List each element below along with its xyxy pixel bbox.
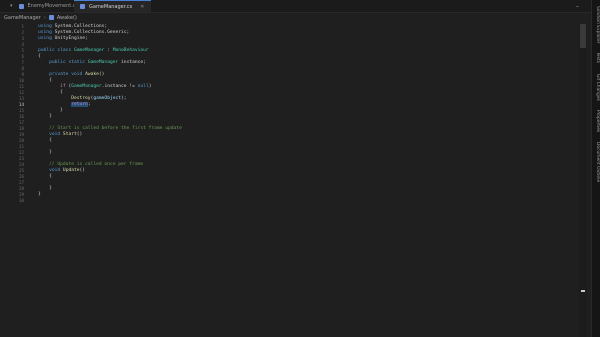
code-token: ); <box>121 96 127 101</box>
tab-overflow-icon[interactable]: … <box>576 3 579 9</box>
tab-label: EnemyMovement.cs <box>27 3 79 9</box>
code-token: void <box>49 168 63 173</box>
code-token: instance; <box>118 60 146 65</box>
code-token: { <box>38 90 63 95</box>
code-token: // Start is called before the first fram… <box>49 126 182 131</box>
method-icon <box>48 15 54 20</box>
csharp-file-icon <box>18 3 24 9</box>
code-token: () <box>76 132 83 137</box>
code-token: { <box>38 78 52 83</box>
code-token: using <box>38 36 55 41</box>
code-token: () <box>79 168 86 173</box>
close-icon[interactable]: ✕ <box>140 4 144 10</box>
chevron-right-icon: › <box>43 14 46 21</box>
code-token: public <box>49 60 69 65</box>
code-token: void <box>71 72 86 77</box>
code-token: class <box>57 48 74 53</box>
code-token: } <box>38 150 52 155</box>
code-token: MonoBehaviour <box>112 48 149 53</box>
code-token: Update <box>62 168 80 173</box>
code-token: System.Collections.Generic; <box>54 30 130 35</box>
code-token: GameManager <box>73 48 105 53</box>
panel-tab-git-changes[interactable]: Git Changes <box>593 74 600 101</box>
scrollbar-position-marker <box>581 290 585 292</box>
vertical-scrollbar[interactable] <box>579 24 587 337</box>
right-tool-panel: Solution Explorer Tests Git Changes Prop… <box>591 0 600 337</box>
breadcrumb-item-class[interactable]: GameManager <box>4 15 41 21</box>
code-token: { <box>38 54 41 59</box>
tab-label: GameManager.cs <box>89 3 133 10</box>
panel-tab-properties[interactable]: Properties <box>593 110 600 132</box>
code-editor-window: ▾ EnemyMovement.cs ✕ GameManager.cs ✕ … … <box>0 0 600 337</box>
line-number-gutter: 1 2 3 4 5 6 7 8 9 10 11 12 13 14 15 16 17 18 19 20 21 22 23 24 2… <box>0 24 24 204</box>
code-line[interactable] <box>38 198 578 204</box>
code-token: return <box>71 102 88 107</box>
tab-gamemanager[interactable]: GameManager.cs ✕ <box>74 0 151 12</box>
code-token: } <box>38 114 52 119</box>
code-token: gameObject <box>93 96 122 101</box>
code-token: () <box>98 72 105 77</box>
code-token: ) <box>148 84 152 89</box>
breadcrumb: GameManager › Awake() <box>0 13 591 22</box>
tab-dropdown-icon[interactable]: ▾ <box>10 3 13 9</box>
code-token: System.Collections; <box>54 24 108 29</box>
code-token: public <box>38 48 58 53</box>
code-token: static <box>68 60 88 65</box>
panel-tab-solution-explorer[interactable]: Solution Explorer <box>593 6 600 44</box>
code-token: // Update is called once per frame <box>49 162 144 167</box>
code-token: } <box>38 186 52 191</box>
code-area[interactable]: using System.Collections; using System.Co… <box>38 24 578 204</box>
code-token: using <box>38 24 55 29</box>
code-token: } <box>38 108 63 113</box>
editor-tab-bar: ▾ EnemyMovement.cs ✕ GameManager.cs ✕ … <box>0 0 591 13</box>
code-token: GameManager <box>87 60 119 65</box>
csharp-file-icon <box>80 4 85 9</box>
code-token: void <box>49 132 63 137</box>
code-token: UnityEngine; <box>54 36 88 41</box>
code-token: : <box>104 48 113 53</box>
code-token: private <box>49 72 72 77</box>
code-token: { <box>38 174 52 179</box>
code-token: Destroy <box>71 96 91 101</box>
code-token: ; <box>87 102 91 107</box>
code-token: using <box>38 30 55 35</box>
line-number: 30 <box>18 198 24 203</box>
code-token: GameManager <box>71 84 102 89</box>
scrollbar-thumb[interactable] <box>580 24 586 48</box>
code-token: } <box>38 192 41 197</box>
code-editor[interactable]: 1 2 3 4 5 6 7 8 9 10 11 12 13 14 15 16 17 18 19 20 21 22 23 24 2… <box>0 24 578 337</box>
panel-tab-document-outline[interactable]: Document Outline <box>593 142 600 182</box>
code-token: null <box>137 84 149 89</box>
code-token: .instance != <box>101 84 138 89</box>
code-token: { <box>38 138 52 143</box>
breadcrumb-item-method[interactable]: Awake() <box>57 15 77 21</box>
code-token: Start <box>62 132 77 137</box>
code-token: Awake <box>85 72 99 77</box>
panel-tab-tests[interactable]: Tests <box>593 52 600 63</box>
